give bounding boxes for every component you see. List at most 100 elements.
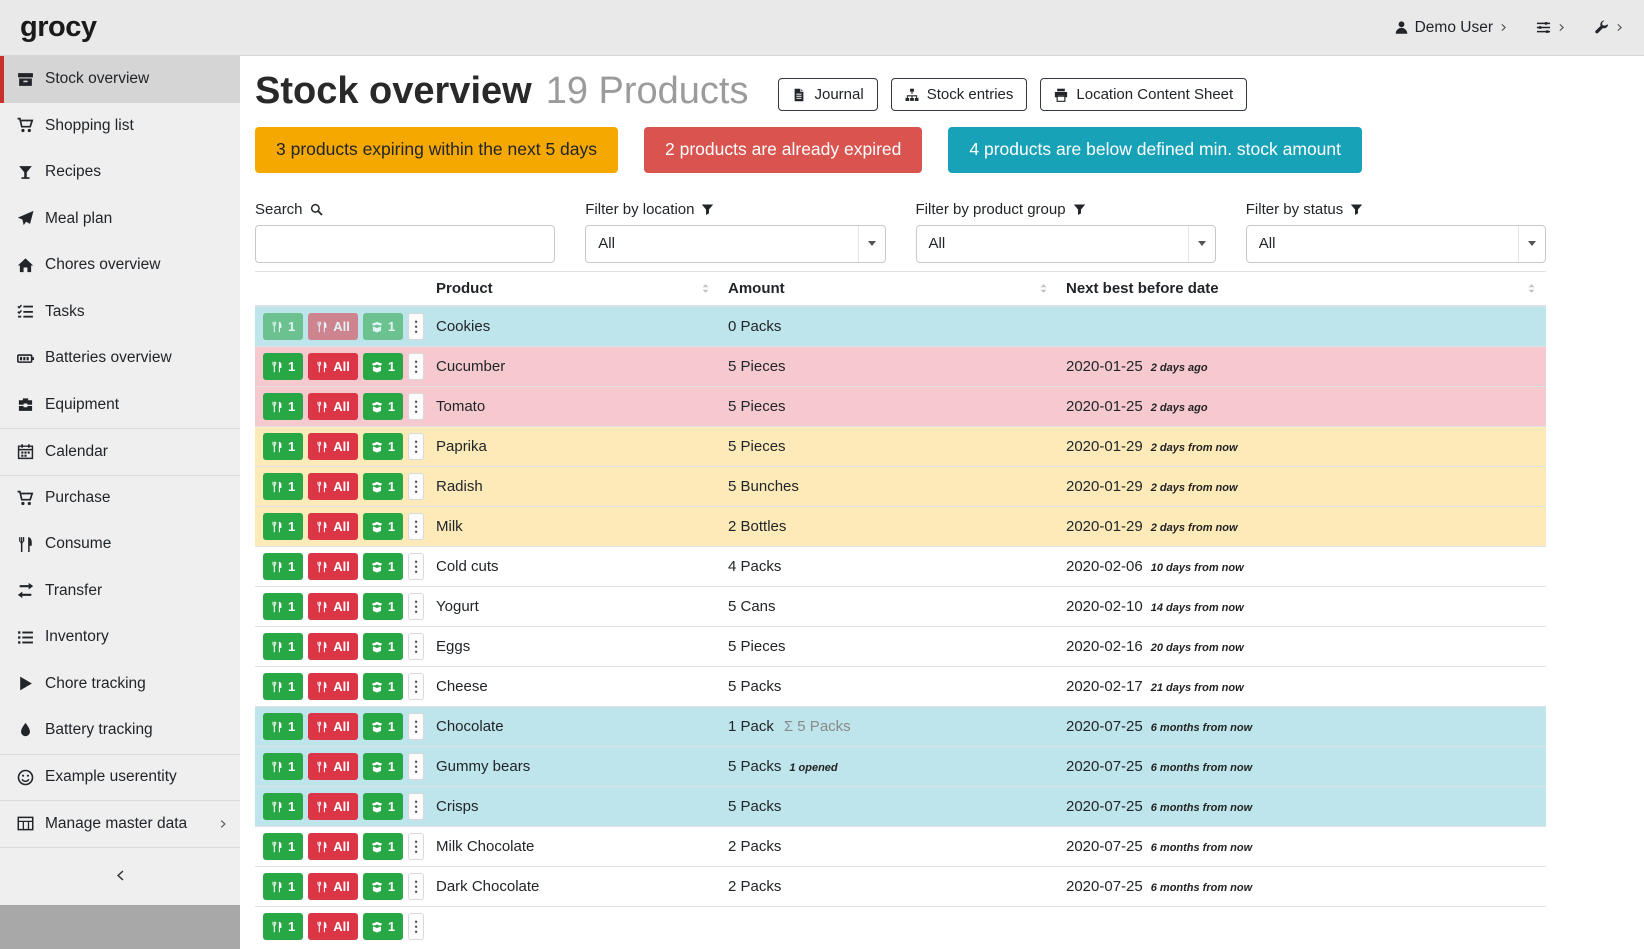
consume-all-button[interactable]: All — [308, 393, 358, 420]
expired-banner[interactable]: 2 products are already expired — [644, 127, 922, 173]
consume-all-button[interactable]: All — [308, 913, 358, 940]
consume-one-button[interactable]: 1 — [263, 553, 303, 580]
row-menu-button[interactable]: ⋮ — [408, 593, 424, 620]
consume-all-button[interactable]: All — [308, 793, 358, 820]
status-filter-select[interactable]: All — [1246, 225, 1546, 263]
consume-one-button[interactable]: 1 — [263, 353, 303, 380]
consume-all-button[interactable]: All — [308, 833, 358, 860]
open-one-button[interactable]: 1 — [363, 393, 403, 420]
product-name[interactable]: Cheese — [428, 666, 720, 706]
sidebar-item-battery-tracking[interactable]: Battery tracking — [0, 707, 240, 754]
open-one-button[interactable]: 1 — [363, 833, 403, 860]
sidebar-item-tasks[interactable]: Tasks — [0, 289, 240, 336]
sidebar-item-stock-overview[interactable]: Stock overview — [0, 56, 240, 103]
consume-one-button[interactable]: 1 — [263, 753, 303, 780]
product-name[interactable]: Eggs — [428, 626, 720, 666]
search-input[interactable] — [255, 225, 555, 263]
sidebar-item-purchase[interactable]: Purchase — [0, 475, 240, 522]
admin-menu[interactable] — [1594, 19, 1624, 37]
location-content-sheet-button[interactable]: Location Content Sheet — [1040, 78, 1247, 111]
consume-one-button[interactable]: 1 — [263, 313, 303, 340]
sidebar-item-chores-overview[interactable]: Chores overview — [0, 242, 240, 289]
column-header-amount[interactable]: Amount — [720, 271, 1058, 306]
open-one-button[interactable]: 1 — [363, 353, 403, 380]
column-header-product[interactable]: Product — [428, 271, 720, 306]
row-menu-button[interactable]: ⋮ — [408, 513, 424, 540]
row-menu-button[interactable]: ⋮ — [408, 433, 424, 460]
sidebar-item-transfer[interactable]: Transfer — [0, 568, 240, 615]
product-name[interactable]: Chocolate — [428, 706, 720, 746]
sidebar-item-calendar[interactable]: Calendar — [0, 428, 240, 475]
row-menu-button[interactable]: ⋮ — [408, 793, 424, 820]
open-one-button[interactable]: 1 — [363, 313, 403, 340]
open-one-button[interactable]: 1 — [363, 673, 403, 700]
consume-all-button[interactable]: All — [308, 633, 358, 660]
open-one-button[interactable]: 1 — [363, 473, 403, 500]
open-one-button[interactable]: 1 — [363, 553, 403, 580]
product-group-filter-select[interactable]: All — [916, 225, 1216, 263]
row-menu-button[interactable]: ⋮ — [408, 833, 424, 860]
consume-one-button[interactable]: 1 — [263, 513, 303, 540]
open-one-button[interactable]: 1 — [363, 513, 403, 540]
settings-menu[interactable] — [1536, 19, 1566, 37]
consume-one-button[interactable]: 1 — [263, 873, 303, 900]
product-name[interactable]: Milk Chocolate — [428, 826, 720, 866]
sidebar-item-example-userentity[interactable]: Example userentity — [0, 754, 240, 801]
row-menu-button[interactable]: ⋮ — [408, 313, 424, 340]
open-one-button[interactable]: 1 — [363, 913, 403, 940]
consume-all-button[interactable]: All — [308, 473, 358, 500]
product-name[interactable]: Dark Chocolate — [428, 866, 720, 906]
sidebar-item-consume[interactable]: Consume — [0, 521, 240, 568]
sidebar-collapse-button[interactable] — [0, 847, 240, 905]
product-name[interactable] — [428, 906, 720, 946]
column-header-next-best-before-date[interactable]: Next best before date — [1058, 271, 1546, 306]
consume-all-button[interactable]: All — [308, 713, 358, 740]
open-one-button[interactable]: 1 — [363, 793, 403, 820]
sidebar-item-recipes[interactable]: Recipes — [0, 149, 240, 196]
row-menu-button[interactable]: ⋮ — [408, 713, 424, 740]
sidebar-item-chore-tracking[interactable]: Chore tracking — [0, 661, 240, 708]
consume-one-button[interactable]: 1 — [263, 633, 303, 660]
consume-all-button[interactable]: All — [308, 553, 358, 580]
consume-one-button[interactable]: 1 — [263, 713, 303, 740]
product-name[interactable]: Gummy bears — [428, 746, 720, 786]
open-one-button[interactable]: 1 — [363, 593, 403, 620]
consume-one-button[interactable]: 1 — [263, 913, 303, 940]
product-name[interactable]: Tomato — [428, 386, 720, 426]
row-menu-button[interactable]: ⋮ — [408, 873, 424, 900]
consume-all-button[interactable]: All — [308, 353, 358, 380]
open-one-button[interactable]: 1 — [363, 433, 403, 460]
row-menu-button[interactable]: ⋮ — [408, 353, 424, 380]
product-name[interactable]: Milk — [428, 506, 720, 546]
row-menu-button[interactable]: ⋮ — [408, 753, 424, 780]
consume-one-button[interactable]: 1 — [263, 593, 303, 620]
row-menu-button[interactable]: ⋮ — [408, 673, 424, 700]
product-name[interactable]: Cold cuts — [428, 546, 720, 586]
consume-one-button[interactable]: 1 — [263, 833, 303, 860]
stock-entries-button[interactable]: Stock entries — [891, 78, 1028, 111]
sidebar-item-batteries-overview[interactable]: Batteries overview — [0, 335, 240, 382]
consume-all-button[interactable]: All — [308, 753, 358, 780]
product-name[interactable]: Crisps — [428, 786, 720, 826]
below-min-stock-banner[interactable]: 4 products are below defined min. stock … — [948, 127, 1362, 173]
sidebar-item-manage-master-data[interactable]: Manage master data — [0, 800, 240, 847]
consume-all-button[interactable]: All — [308, 673, 358, 700]
consume-all-button[interactable]: All — [308, 593, 358, 620]
product-name[interactable]: Cucumber — [428, 346, 720, 386]
open-one-button[interactable]: 1 — [363, 633, 403, 660]
consume-all-button[interactable]: All — [308, 433, 358, 460]
consume-all-button[interactable]: All — [308, 873, 358, 900]
row-menu-button[interactable]: ⋮ — [408, 393, 424, 420]
row-menu-button[interactable]: ⋮ — [408, 913, 424, 940]
consume-one-button[interactable]: 1 — [263, 393, 303, 420]
open-one-button[interactable]: 1 — [363, 753, 403, 780]
sidebar-item-shopping-list[interactable]: Shopping list — [0, 103, 240, 150]
product-name[interactable]: Yogurt — [428, 586, 720, 626]
consume-one-button[interactable]: 1 — [263, 793, 303, 820]
product-name[interactable]: Cookies — [428, 306, 720, 347]
journal-button[interactable]: Journal — [778, 78, 877, 111]
row-menu-button[interactable]: ⋮ — [408, 473, 424, 500]
consume-all-button[interactable]: All — [308, 513, 358, 540]
consume-one-button[interactable]: 1 — [263, 473, 303, 500]
open-one-button[interactable]: 1 — [363, 713, 403, 740]
